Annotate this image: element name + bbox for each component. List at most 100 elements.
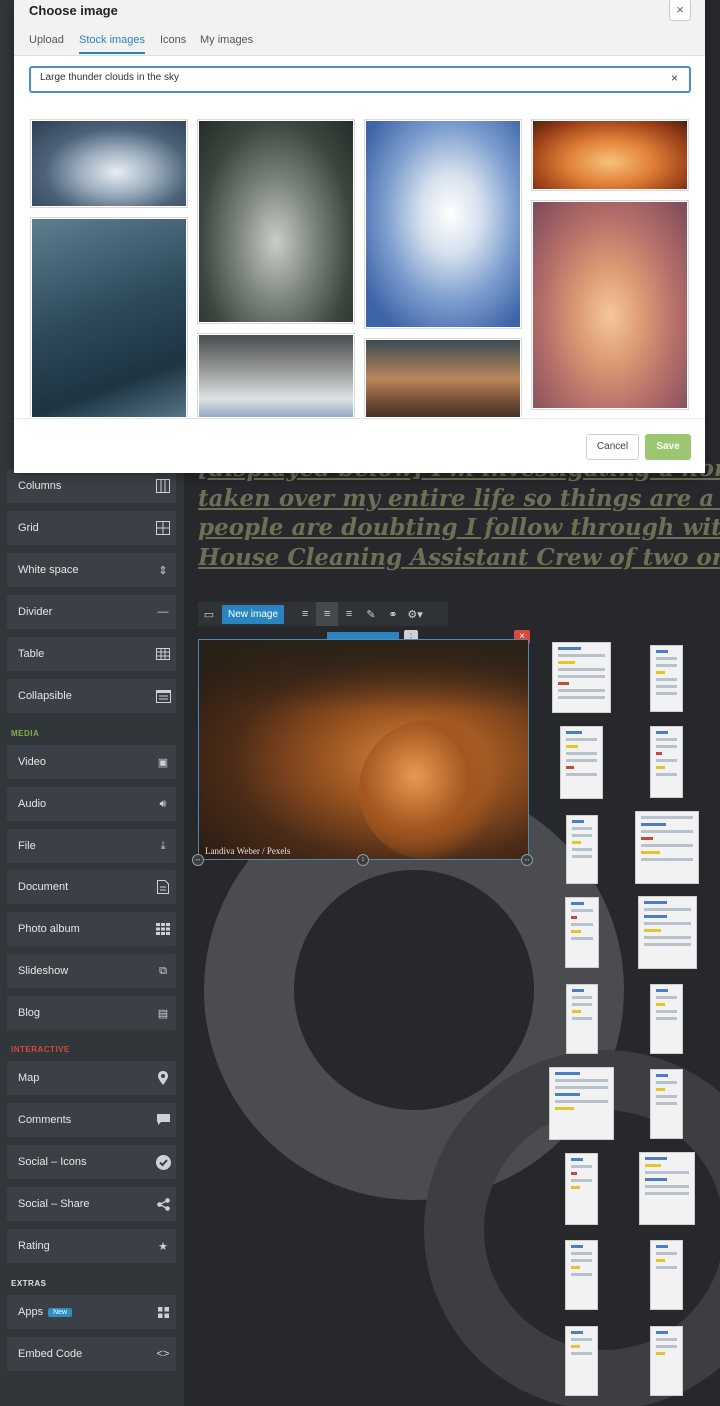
cancel-button[interactable]: Cancel	[586, 434, 639, 460]
page-thumbnail[interactable]	[650, 1326, 683, 1396]
sidebar-item-document[interactable]: Document	[7, 870, 176, 904]
page-thumbnail[interactable]	[549, 1067, 614, 1140]
sidebar-item-label: Columns	[18, 480, 62, 492]
page-thumbnail[interactable]	[566, 815, 598, 884]
table-icon	[150, 637, 176, 671]
audio-icon: 🔊︎	[159, 797, 167, 810]
save-button[interactable]: Save	[645, 434, 691, 460]
resize-handle-icon[interactable]: ↔	[192, 854, 204, 866]
sidebar-item-label: Embed Code	[18, 1348, 83, 1360]
photo-image	[199, 121, 353, 322]
sidebar-item-embed-code[interactable]: Embed Code <>	[7, 1337, 176, 1371]
resize-handle-icon[interactable]: ↕	[357, 854, 369, 866]
gear-icon[interactable]: ⚙▾	[404, 602, 426, 626]
headline-line: House Cleaning Assistant Crew of two or …	[198, 543, 720, 571]
sidebar-item-map[interactable]: Map	[7, 1061, 176, 1095]
cloud-photo-8[interactable]	[531, 200, 689, 410]
image-cloud	[359, 720, 499, 859]
tab-icons[interactable]: Icons	[160, 34, 186, 52]
page-thumbnail[interactable]	[650, 726, 683, 798]
sidebar-item-label: Audio	[18, 798, 47, 810]
cloud-photo-1[interactable]	[30, 119, 188, 208]
headline-line: people are doubting I follow through wit…	[198, 514, 720, 541]
sidebar-item-social-icons[interactable]: Social – Icons	[7, 1145, 176, 1179]
sidebar-item-grid[interactable]: Grid	[7, 511, 176, 545]
cloud-photo-2[interactable]	[197, 119, 355, 324]
sidebar-item-audio[interactable]: Audio 🔊︎	[7, 787, 176, 821]
sidebar-item-social-share[interactable]: Social – Share	[7, 1187, 176, 1221]
page-thumbnail[interactable]	[639, 1152, 695, 1225]
cloud-photo-6[interactable]	[197, 333, 355, 417]
page-thumbnail[interactable]	[565, 1326, 598, 1396]
close-button[interactable]: ×	[669, 0, 691, 21]
sidebar-item-label: Table	[18, 648, 45, 660]
sidebar-item-label: White space	[18, 564, 79, 576]
photo-album-icon	[150, 912, 176, 946]
new-image-button[interactable]: New image	[222, 604, 285, 624]
page-thumbnail[interactable]	[565, 897, 599, 968]
sidebar-item-divider[interactable]: Divider —	[7, 595, 176, 629]
align-center-icon[interactable]: ≡	[316, 602, 339, 626]
align-right-icon[interactable]: ≡	[338, 602, 360, 626]
code-icon: <>	[156, 1348, 170, 1360]
page-thumbnail[interactable]	[650, 1069, 683, 1139]
tab-upload[interactable]: Upload	[29, 34, 64, 52]
check-circle-icon	[150, 1145, 176, 1179]
sidebar-item-comments[interactable]: Comments	[7, 1103, 176, 1137]
cloud-photo-3[interactable]	[364, 119, 522, 329]
tab-my-images[interactable]: My images	[200, 34, 253, 52]
page-thumbnail[interactable]	[560, 726, 603, 799]
white-space-icon: ⇕	[158, 564, 168, 577]
sidebar-item-blog[interactable]: Blog ▤	[7, 996, 176, 1030]
page-thumbnail[interactable]	[552, 642, 611, 713]
resize-handle-icon[interactable]: ↔	[521, 854, 533, 866]
share-icon	[150, 1187, 176, 1221]
page-thumbnail[interactable]	[650, 984, 683, 1054]
dialog-title: Choose image	[29, 3, 118, 18]
cloud-photo-4[interactable]	[531, 119, 689, 191]
sidebar-item-rating[interactable]: Rating ★	[7, 1229, 176, 1263]
new-badge: New	[48, 1308, 73, 1317]
sidebar-item-slideshow[interactable]: Slideshow ⧉	[7, 954, 176, 988]
photo-image	[32, 121, 186, 206]
page-thumbnail[interactable]	[650, 645, 683, 712]
star-icon: ★	[158, 1240, 168, 1253]
apps-label: Apps	[18, 1306, 44, 1318]
sidebar-item-white-space[interactable]: White space ⇕	[7, 553, 176, 587]
page-thumbnail[interactable]	[566, 984, 598, 1054]
sidebar-item-apps[interactable]: Apps New	[7, 1295, 176, 1329]
cloud-photo-7[interactable]	[364, 338, 522, 417]
page-thumbnail[interactable]	[638, 896, 697, 969]
clear-search-icon[interactable]: ×	[671, 71, 678, 85]
pencil-icon[interactable]: ✎	[360, 602, 382, 626]
page-thumbnail[interactable]	[635, 811, 699, 884]
document-icon	[150, 870, 176, 904]
selected-image[interactable]: Landiva Weber / Pexels	[198, 639, 529, 860]
link-icon[interactable]: ⚭	[382, 602, 404, 626]
page-thumbnail[interactable]	[650, 1240, 683, 1310]
sidebar-item-photo-album[interactable]: Photo album	[7, 912, 176, 946]
dialog-header: Choose image × Upload Stock images Icons…	[14, 0, 705, 56]
section-interactive: INTERACTIVE	[11, 1045, 70, 1054]
sidebar-item-collapsible[interactable]: Collapsible	[7, 679, 176, 713]
align-left-icon[interactable]: ≡	[294, 602, 316, 626]
image-credit: Landiva Weber / Pexels	[205, 846, 291, 856]
sidebar-item-columns[interactable]: Columns	[7, 469, 176, 503]
cloud-photo-5[interactable]	[30, 217, 188, 417]
photo-image	[366, 340, 520, 417]
image-toolbar: ▭ New image ≡ ≡ ≡ ✎ ⚭ ⚙▾	[198, 602, 448, 626]
sidebar-item-label: Rating	[18, 1240, 50, 1252]
section-extras: EXTRAS	[11, 1279, 47, 1288]
sidebar-item-video[interactable]: Video ▣	[7, 745, 176, 779]
page-thumbnail[interactable]	[565, 1153, 598, 1225]
photo-image	[32, 219, 186, 417]
search-input[interactable]	[40, 72, 660, 83]
tab-stock-images[interactable]: Stock images	[79, 34, 146, 54]
sidebar-item-table[interactable]: Table	[7, 637, 176, 671]
page-thumbnail[interactable]	[565, 1240, 598, 1310]
photo-image	[533, 202, 687, 408]
sidebar-item-file[interactable]: File ⤓	[7, 829, 176, 863]
video-icon: ▣	[157, 756, 169, 769]
sidebar-item-label: Social – Icons	[18, 1156, 87, 1168]
image-icon[interactable]: ▭	[198, 602, 220, 626]
